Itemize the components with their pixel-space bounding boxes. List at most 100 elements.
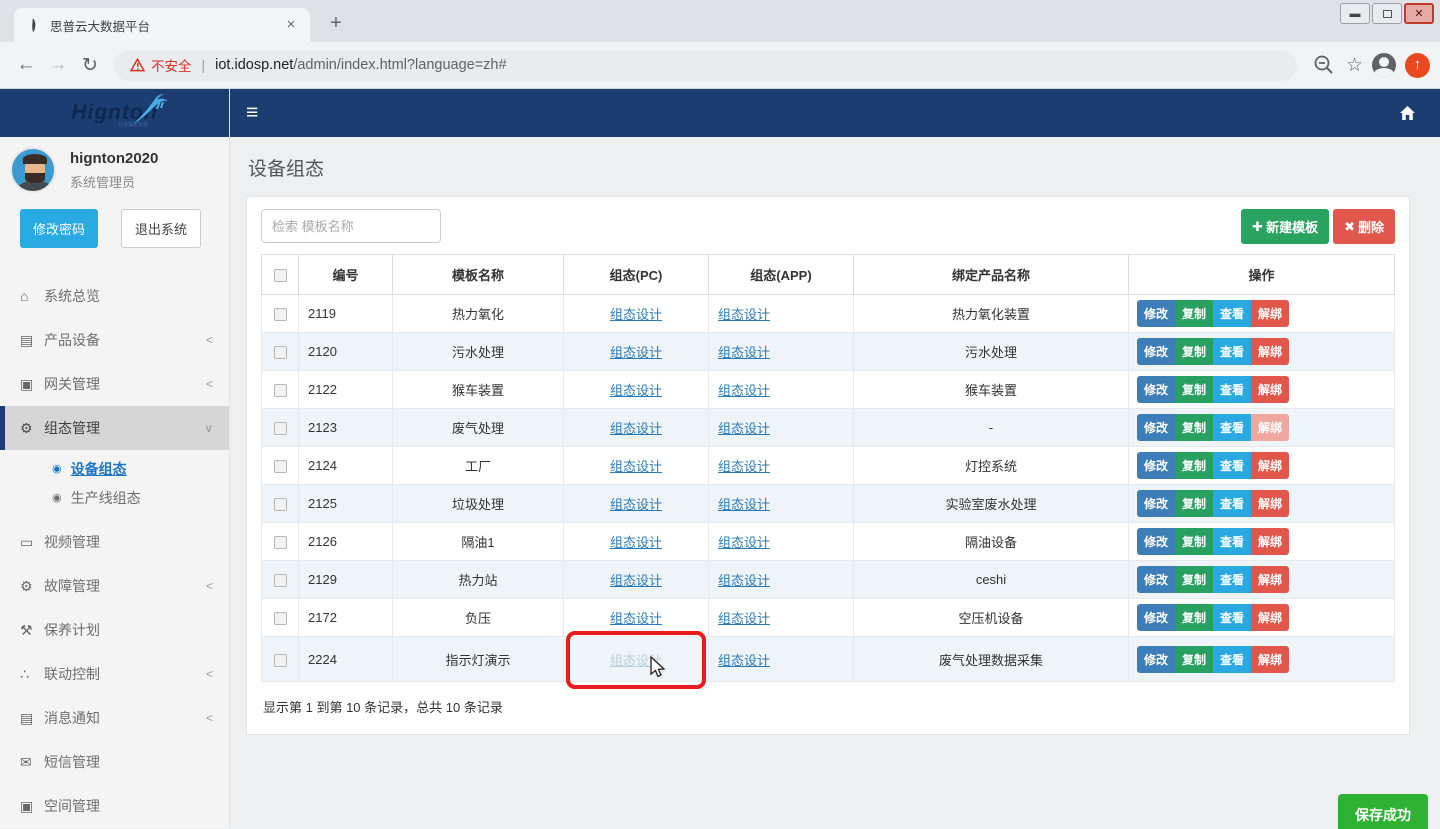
row-checkbox[interactable] [274,308,287,321]
modify-button[interactable]: 修改 [1137,604,1175,631]
modify-button[interactable]: 修改 [1137,452,1175,479]
row-checkbox[interactable] [274,654,287,667]
browser-update-icon[interactable]: ↑ [1405,53,1430,78]
pc-config-design-link[interactable]: 组态设计 [610,573,662,588]
delete-button[interactable]: ✖删除 [1333,209,1395,244]
home-icon[interactable] [1399,105,1416,121]
unbind-button[interactable]: 解绑 [1251,300,1289,327]
sidebar-item-网关管理[interactable]: ▣网关管理< [0,362,229,406]
sidebar-item-空间管理[interactable]: ▣空间管理 [0,784,229,828]
unbind-button[interactable]: 解绑 [1251,452,1289,479]
unbind-button[interactable]: 解绑 [1251,646,1289,673]
sidebar-item-产品设备[interactable]: ▤产品设备< [0,318,229,362]
pc-config-design-link[interactable]: 组态设计 [610,345,662,360]
back-button[interactable]: ← [10,54,42,76]
app-config-design-link[interactable]: 组态设计 [718,421,770,436]
app-config-design-link[interactable]: 组态设计 [718,307,770,322]
reload-button[interactable]: ↻ [74,54,106,77]
pc-config-design-link[interactable]: 组态设计 [610,421,662,436]
sidebar-item-视频管理[interactable]: ▭视频管理 [0,520,229,564]
pc-config-design-link[interactable]: 组态设计 [610,535,662,550]
view-button[interactable]: 查看 [1213,414,1251,441]
row-checkbox[interactable] [274,460,287,473]
modify-button[interactable]: 修改 [1137,490,1175,517]
change-password-button[interactable]: 修改密码 [20,209,98,248]
row-checkbox[interactable] [274,422,287,435]
app-config-design-link[interactable]: 组态设计 [718,653,770,668]
view-button[interactable]: 查看 [1213,452,1251,479]
zoom-out-icon[interactable] [1311,52,1337,78]
sidebar-subitem-设备组态[interactable]: ◉设备组态 [0,454,229,483]
pc-config-design-link[interactable]: 组态设计 [610,459,662,474]
sidebar-item-消息通知[interactable]: ▤消息通知< [0,696,229,740]
copy-button[interactable]: 复制 [1175,338,1213,365]
unbind-button[interactable]: 解绑 [1251,566,1289,593]
browser-profile-icon[interactable] [1372,53,1396,77]
unbind-button[interactable]: 解绑 [1251,604,1289,631]
modify-button[interactable]: 修改 [1137,300,1175,327]
unbind-button[interactable]: 解绑 [1251,490,1289,517]
view-button[interactable]: 查看 [1213,490,1251,517]
row-checkbox[interactable] [274,536,287,549]
view-button[interactable]: 查看 [1213,300,1251,327]
forward-button[interactable]: → [42,54,74,76]
row-checkbox[interactable] [274,384,287,397]
logout-button[interactable]: 退出系统 [121,209,201,248]
unbind-button[interactable]: 解绑 [1251,338,1289,365]
app-config-design-link[interactable]: 组态设计 [718,497,770,512]
app-config-design-link[interactable]: 组态设计 [718,383,770,398]
unbind-button[interactable]: 解绑 [1251,414,1289,441]
row-checkbox[interactable] [274,574,287,587]
tab-close-icon[interactable]: × [282,16,300,34]
view-button[interactable]: 查看 [1213,528,1251,555]
copy-button[interactable]: 复制 [1175,452,1213,479]
view-button[interactable]: 查看 [1213,646,1251,673]
unbind-button[interactable]: 解绑 [1251,528,1289,555]
sidebar-item-短信管理[interactable]: ✉短信管理 [0,740,229,784]
pc-config-design-link[interactable]: 组态设计 [610,497,662,512]
modify-button[interactable]: 修改 [1137,646,1175,673]
modify-button[interactable]: 修改 [1137,566,1175,593]
modify-button[interactable]: 修改 [1137,414,1175,441]
sidebar-item-保养计划[interactable]: ⚒保养计划 [0,608,229,652]
copy-button[interactable]: 复制 [1175,566,1213,593]
modify-button[interactable]: 修改 [1137,376,1175,403]
bookmark-star-icon[interactable]: ☆ [1346,54,1363,77]
copy-button[interactable]: 复制 [1175,414,1213,441]
address-bar[interactable]: 不安全 | iot.idosp.net/admin/index.html?lan… [114,50,1297,81]
view-button[interactable]: 查看 [1213,376,1251,403]
window-close-button[interactable]: ✕ [1404,3,1434,24]
sidebar-item-故障管理[interactable]: ⚙故障管理< [0,564,229,608]
app-config-design-link[interactable]: 组态设计 [718,611,770,626]
hamburger-menu-icon[interactable]: ≡ [246,101,258,125]
app-config-design-link[interactable]: 组态设计 [718,459,770,474]
row-checkbox[interactable] [274,612,287,625]
modify-button[interactable]: 修改 [1137,528,1175,555]
select-all-checkbox[interactable] [274,269,287,282]
copy-button[interactable]: 复制 [1175,646,1213,673]
unbind-button[interactable]: 解绑 [1251,376,1289,403]
copy-button[interactable]: 复制 [1175,376,1213,403]
sidebar-item-系统总览[interactable]: ⌂系统总览 [0,274,229,318]
app-config-design-link[interactable]: 组态设计 [718,535,770,550]
browser-tab[interactable]: 思普云大数据平台 × [14,8,310,42]
copy-button[interactable]: 复制 [1175,490,1213,517]
view-button[interactable]: 查看 [1213,566,1251,593]
search-input[interactable] [261,209,441,243]
view-button[interactable]: 查看 [1213,604,1251,631]
new-template-button[interactable]: ✚新建模板 [1241,209,1329,244]
app-config-design-link[interactable]: 组态设计 [718,573,770,588]
row-checkbox[interactable] [274,346,287,359]
sidebar-item-组态管理[interactable]: ⚙组态管理∨ [0,406,229,450]
sidebar-item-联动控制[interactable]: ∴联动控制< [0,652,229,696]
new-tab-button[interactable]: + [322,10,350,38]
view-button[interactable]: 查看 [1213,338,1251,365]
window-restore-button[interactable] [1372,3,1402,24]
copy-button[interactable]: 复制 [1175,604,1213,631]
pc-config-design-link[interactable]: 组态设计 [610,611,662,626]
row-checkbox[interactable] [274,498,287,511]
copy-button[interactable]: 复制 [1175,528,1213,555]
sidebar-subitem-生产线组态[interactable]: ◉生产线组态 [0,483,229,512]
copy-button[interactable]: 复制 [1175,300,1213,327]
pc-config-design-link[interactable]: 组态设计 [610,383,662,398]
